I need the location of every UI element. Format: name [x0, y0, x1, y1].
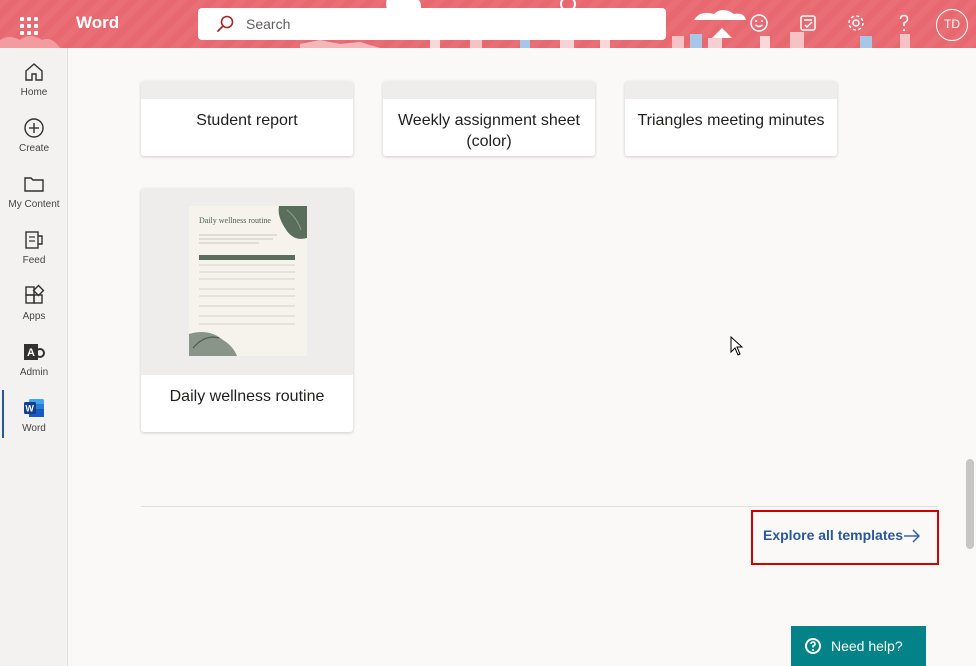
rail-label: My Content [8, 199, 60, 210]
template-thumbnail: Daily wellness routine [141, 188, 353, 375]
feedback-smiley-icon[interactable] [747, 11, 771, 35]
rail-item-word[interactable]: W Word [0, 390, 68, 446]
folder-icon [24, 177, 44, 192]
scrollbar-thumb[interactable] [966, 459, 974, 549]
template-thumbnail [383, 81, 595, 99]
search-icon [217, 15, 234, 32]
template-title: Weekly assignment sheet (color) [397, 112, 580, 150]
explore-all-templates-link[interactable]: Explore all templates [763, 527, 903, 543]
whats-new-icon[interactable] [796, 11, 820, 35]
need-help-button[interactable]: Need help? [791, 626, 926, 666]
left-rail: Home Create My Content Feed Apps A Admin… [0, 48, 68, 666]
rail-active-indicator [2, 390, 4, 438]
rail-item-my-content[interactable]: My Content [0, 166, 68, 222]
help-question-icon[interactable] [892, 11, 916, 35]
home-icon [25, 63, 43, 81]
app-launcher-icon[interactable] [14, 10, 42, 38]
apps-icon [25, 284, 45, 304]
template-thumbnail [141, 81, 353, 99]
svg-text:W: W [25, 404, 34, 414]
arrow-right-icon[interactable] [903, 528, 921, 544]
section-divider [141, 506, 938, 507]
settings-gear-icon[interactable] [844, 11, 868, 35]
rail-item-create[interactable]: Create [0, 110, 68, 166]
search-box[interactable]: Search [198, 8, 666, 40]
template-card-student-report[interactable]: Student report [141, 81, 353, 156]
rail-label: Create [18, 143, 49, 154]
mouse-cursor-icon [730, 336, 744, 356]
admin-icon: A [24, 344, 45, 360]
rail-item-home[interactable]: Home [0, 54, 68, 110]
rail-label: Home [20, 87, 48, 98]
wellness-template-preview: Daily wellness routine [189, 206, 307, 356]
app-name[interactable]: Word [76, 13, 119, 33]
rail-item-admin[interactable]: A Admin [0, 334, 68, 390]
rail-label: Feed [22, 255, 46, 266]
rail-label: Admin [19, 367, 49, 378]
rail-item-apps[interactable]: Apps [0, 278, 68, 334]
account-avatar[interactable]: TD [936, 9, 968, 41]
template-title: Student report [196, 112, 298, 129]
create-icon [24, 118, 44, 138]
need-help-label: Need help? [831, 638, 903, 654]
scrollbar-track[interactable] [966, 48, 976, 666]
template-card-weekly-assignment[interactable]: Weekly assignment sheet (color) [383, 81, 595, 156]
template-card-triangles-minutes[interactable]: Triangles meeting minutes [625, 81, 837, 156]
template-card-daily-wellness[interactable]: Daily wellness routine Daily wellness ro… [141, 188, 353, 432]
rail-item-feed[interactable]: Feed [0, 222, 68, 278]
word-icon: W [24, 399, 44, 417]
template-title: Daily wellness routine [169, 388, 325, 405]
app-header: Word Search TD [0, 0, 976, 48]
template-thumbnail [625, 81, 837, 99]
template-title: Triangles meeting minutes [637, 112, 825, 129]
svg-text:A: A [27, 347, 35, 359]
rail-label: Apps [22, 311, 46, 322]
search-placeholder: Search [246, 16, 291, 32]
explore-templates-highlight: Explore all templates [751, 510, 939, 565]
headset-help-icon [805, 638, 821, 654]
preview-heading: Daily wellness routine [199, 216, 271, 225]
rail-label: Word [22, 423, 46, 434]
feed-icon [25, 231, 43, 249]
